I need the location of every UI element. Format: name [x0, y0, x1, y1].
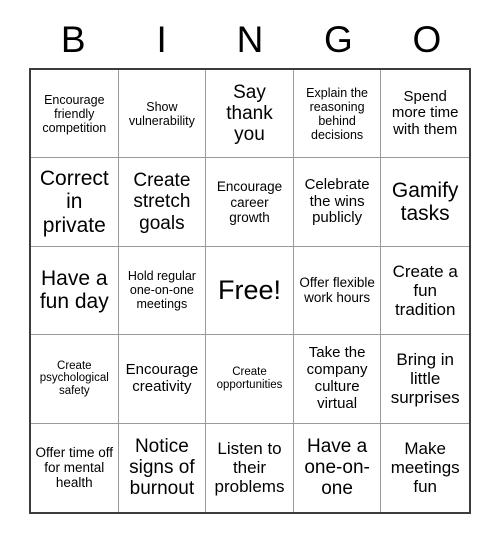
bingo-cell[interactable]: Celebrate the wins publicly — [293, 158, 382, 247]
header-letter-n: N — [236, 18, 264, 60]
bingo-cell-label: Have a one-on-one — [304, 435, 370, 500]
bingo-cell[interactable]: Listen to their problems — [206, 423, 294, 512]
bingo-cell-label: Explain the reasoning behind decisions — [306, 85, 369, 142]
header-letter-b: B — [60, 18, 86, 60]
bingo-cell-label: Encourage career growth — [216, 179, 283, 225]
bingo-cell-label: Have a fun day — [39, 266, 109, 314]
bingo-cell[interactable]: Spend more time with them — [381, 70, 469, 159]
header-letter-g: G — [324, 18, 353, 60]
bingo-cell[interactable]: Offer flexible work hours — [293, 246, 382, 336]
bingo-cell[interactable]: Have a fun day — [31, 246, 119, 336]
bingo-cell-label: Free! — [217, 275, 281, 306]
bingo-cell[interactable]: Have a one-on-one — [293, 423, 382, 512]
bingo-cell-label: Make meetings fun — [390, 439, 460, 497]
bingo-cell[interactable]: Offer time off for mental health — [31, 423, 119, 512]
header-letter-i: I — [156, 18, 167, 60]
bingo-cell-label: Celebrate the wins publicly — [304, 175, 370, 227]
bingo-cell[interactable]: Encourage friendly competition — [31, 70, 119, 159]
bingo-cell-label: Create a fun tradition — [392, 261, 458, 319]
bingo-cell[interactable]: Create opportunities — [206, 335, 294, 424]
bingo-cell-label: Create stretch goals — [133, 170, 191, 234]
bingo-cell-label: Encourage friendly competition — [42, 92, 107, 135]
bingo-cell-label: Hold regular one-on-one meetings — [127, 269, 196, 312]
bingo-cell-label: Offer time off for mental health — [35, 445, 114, 491]
bingo-cell[interactable]: Explain the reasoning behind decisions — [293, 70, 382, 159]
bingo-cell[interactable]: Show vulnerability — [118, 70, 207, 159]
bingo-cell[interactable]: Create psychological safety — [31, 335, 119, 424]
bingo-cell[interactable]: Gamify tasks — [381, 158, 469, 247]
bingo-cell-label: Say thank you — [226, 81, 273, 146]
bingo-cell[interactable]: Make meetings fun — [381, 423, 469, 512]
bingo-header: B I N G O — [29, 10, 471, 68]
bingo-cell-label: Take the company culture virtual — [306, 344, 368, 412]
bingo-cell-label: Correct in private — [39, 166, 109, 237]
bingo-cell-label: Create psychological safety — [39, 359, 109, 398]
bingo-cell-label: Notice signs of burnout — [129, 435, 195, 500]
bingo-cell-label: Spend more time with them — [391, 87, 459, 139]
bingo-card: B I N G O Encourage friendly competition… — [29, 10, 471, 516]
bingo-cell[interactable]: Say thank you — [206, 70, 294, 159]
bingo-cell[interactable]: Create stretch goals — [118, 158, 207, 247]
bingo-grid: Encourage friendly competition Show vuln… — [29, 68, 471, 514]
bingo-cell[interactable]: Create a fun tradition — [381, 246, 469, 336]
bingo-cell-label: Show vulnerability — [128, 99, 195, 128]
bingo-cell-label: Create opportunities — [216, 366, 283, 391]
bingo-cell-label: Listen to their problems — [214, 439, 285, 497]
bingo-cell-free-space[interactable]: Free! — [206, 246, 294, 336]
bingo-cell[interactable]: Hold regular one-on-one meetings — [118, 246, 207, 336]
bingo-cell-label: Bring in little surprises — [390, 350, 460, 408]
bingo-cell-label: Encourage creativity — [125, 361, 199, 395]
bingo-cell[interactable]: Encourage creativity — [118, 335, 207, 424]
bingo-cell[interactable]: Correct in private — [31, 158, 119, 247]
bingo-cell[interactable]: Take the company culture virtual — [293, 335, 382, 424]
bingo-cell-label: Gamify tasks — [391, 178, 459, 226]
bingo-cell-label: Offer flexible work hours — [299, 275, 375, 306]
bingo-cell[interactable]: Encourage career growth — [206, 158, 294, 247]
bingo-cell[interactable]: Notice signs of burnout — [118, 423, 207, 512]
header-letter-o: O — [412, 18, 442, 60]
bingo-cell[interactable]: Bring in little surprises — [381, 335, 469, 424]
